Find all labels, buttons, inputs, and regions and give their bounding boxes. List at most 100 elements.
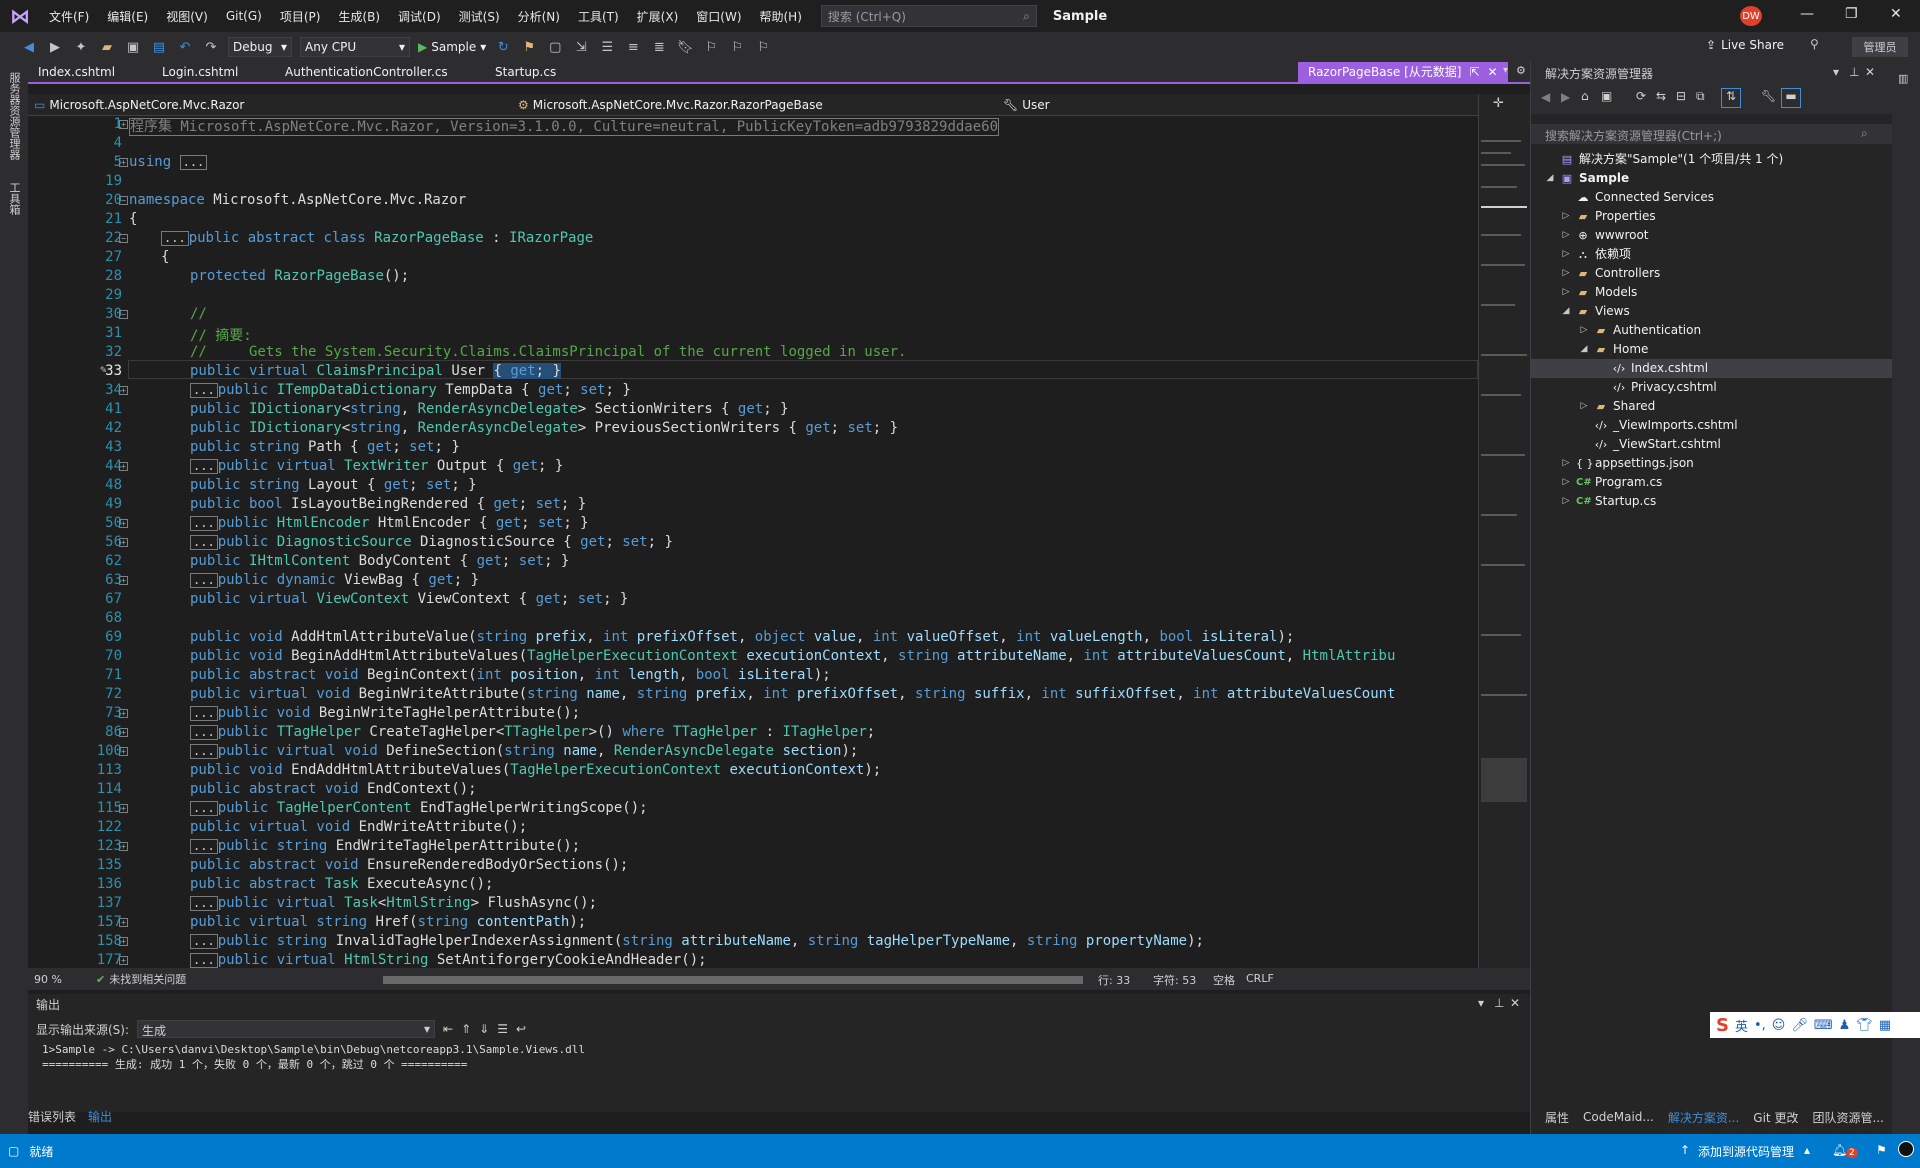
user-icon[interactable]: ♟: [1839, 1018, 1851, 1033]
ime-toolbar[interactable]: S 英 •, ☺ 🎤︎ ⌨ ♟ 👕︎ ▦: [1710, 1012, 1920, 1038]
server-explorer-tab[interactable]: 服务器资源管理器: [6, 72, 22, 160]
toolbox-tab[interactable]: 工具箱: [6, 182, 22, 215]
browser-link-icon[interactable]: ⚑: [520, 40, 538, 55]
diagnostic-tools-icon[interactable]: ▥: [1898, 72, 1908, 85]
clear-bookmarks-icon[interactable]: ⚐: [754, 40, 772, 55]
collapse-toggle[interactable]: +: [119, 804, 128, 813]
type-dropdown[interactable]: ⚙ Microsoft.AspNetCore.Mvc.Razor.RazorPa…: [518, 96, 998, 114]
visual-studio-logo-icon[interactable]: ⋈: [0, 0, 40, 32]
tree-solution[interactable]: ▤ 解决方案"Sample"(1 个项目/共 1 个): [1545, 150, 1783, 169]
tab-index-cshtml[interactable]: Index.cshtml: [28, 62, 125, 82]
split-editor-icon[interactable]: ✛: [1493, 96, 1504, 111]
ime-mode[interactable]: 英: [1735, 1016, 1748, 1035]
comment-icon[interactable]: ≡: [624, 40, 642, 55]
tree-index-cshtml[interactable]: ‹/› Index.cshtml: [1531, 359, 1893, 378]
tab-output[interactable]: 输出: [88, 1108, 112, 1125]
properties-icon[interactable]: 🔧︎: [1761, 89, 1776, 103]
avatar[interactable]: DW: [1740, 6, 1762, 26]
pending-changes-icon[interactable]: ⟳: [1636, 89, 1646, 103]
microphone-icon[interactable]: 🎤︎: [1791, 1018, 1808, 1033]
issues-status[interactable]: 未找到相关问题: [109, 971, 186, 987]
close-panel-icon[interactable]: ✕: [1865, 65, 1875, 79]
tab-codemaid[interactable]: CodeMaid...: [1583, 1110, 1654, 1124]
uncomment-icon[interactable]: ≣: [650, 40, 668, 55]
tree-startup-cs[interactable]: ▷ C# Startup.cs: [1561, 492, 1657, 511]
menu-extensions[interactable]: 扩展(X): [628, 8, 688, 25]
collapse-toggle[interactable]: −: [119, 310, 128, 319]
tab-overflow-icon[interactable]: ▾: [1503, 65, 1508, 76]
pin-icon[interactable]: ⊥: [1494, 996, 1504, 1010]
tab-authentication-controller[interactable]: AuthenticationController.cs: [275, 62, 458, 82]
tab-razorpagebase-preview[interactable]: RazorPageBase [从元数据] ⇱ ✕: [1298, 62, 1508, 82]
new-project-icon[interactable]: ✦: [72, 40, 90, 55]
restore-icon[interactable]: ❐: [1845, 6, 1858, 22]
refresh-icon[interactable]: ↻: [494, 40, 512, 55]
menu-tools[interactable]: 工具(T): [569, 8, 628, 25]
tab-error-list[interactable]: 错误列表: [28, 1108, 76, 1125]
horizontal-scrollbar[interactable]: [383, 976, 1083, 984]
punctuation-icon[interactable]: •,: [1754, 1018, 1766, 1033]
collapse-toggle[interactable]: +: [119, 956, 128, 965]
preview-selected-icon[interactable]: ⇅: [1721, 88, 1741, 108]
grid-icon[interactable]: ▦: [1879, 1018, 1891, 1033]
indent-mode[interactable]: 空格: [1213, 972, 1235, 988]
show-all-files-icon[interactable]: ⧉: [1696, 89, 1705, 104]
tree-controllers[interactable]: ▷ ▰ Controllers: [1561, 264, 1661, 283]
member-dropdown[interactable]: 🔧︎ User: [1003, 96, 1463, 114]
open-file-icon[interactable]: ▰: [98, 40, 116, 55]
skin-icon[interactable]: 👕︎: [1856, 1018, 1873, 1033]
tree-properties[interactable]: ▷ ▰ Properties: [1561, 207, 1656, 226]
assembly-dropdown[interactable]: ▭ Microsoft.AspNetCore.Mvc.Razor: [34, 96, 504, 114]
menu-build[interactable]: 生成(B): [329, 8, 389, 25]
collapse-toggle[interactable]: +: [119, 120, 128, 129]
search-input[interactable]: 搜索 (Ctrl+Q) ⌕: [820, 5, 1037, 27]
tree-models[interactable]: ▷ ▰ Models: [1561, 283, 1638, 302]
forward-icon[interactable]: ▶: [1561, 90, 1570, 104]
menu-edit[interactable]: 编辑(E): [98, 8, 157, 25]
account-icon[interactable]: [1898, 1141, 1914, 1157]
menu-file[interactable]: 文件(F): [40, 8, 98, 25]
menu-help[interactable]: 帮助(H): [751, 8, 811, 25]
configuration-select[interactable]: Debug ▾: [228, 37, 292, 57]
tree-appsettings[interactable]: ▷{ } appsettings.json: [1561, 454, 1694, 473]
minimize-icon[interactable]: —: [1800, 6, 1814, 22]
word-wrap-icon[interactable]: ↩: [516, 1022, 526, 1036]
tree-viewimports[interactable]: ‹/› _ViewImports.cshtml: [1579, 416, 1738, 435]
collapse-toggle[interactable]: −: [119, 234, 128, 243]
start-debugging-button[interactable]: ▶ Sample ▾: [418, 40, 486, 54]
menu-window[interactable]: 窗口(W): [687, 8, 750, 25]
collapse-toggle[interactable]: +: [119, 842, 128, 851]
find-message-icon[interactable]: ⇤: [443, 1022, 453, 1036]
tree-shared[interactable]: ▷ ▰ Shared: [1579, 397, 1656, 416]
solution-search-input[interactable]: 搜索解决方案资源管理器(Ctrl+;) ⌕: [1531, 124, 1893, 144]
save-all-icon[interactable]: ▤: [150, 40, 168, 55]
tree-views[interactable]: ◢ ▰ Views: [1561, 302, 1630, 321]
menu-test[interactable]: 测试(S): [450, 8, 509, 25]
menu-view[interactable]: 视图(V): [157, 8, 217, 25]
preview-icon[interactable]: ▬: [1781, 88, 1801, 108]
tree-project-sample[interactable]: ◢ ▣ Sample: [1545, 169, 1630, 188]
collapse-toggle[interactable]: +: [119, 728, 128, 737]
tab-solution-explorer[interactable]: 解决方案资...: [1668, 1109, 1739, 1126]
collapse-toggle[interactable]: +: [119, 462, 128, 471]
emoji-icon[interactable]: ☺: [1772, 1018, 1786, 1033]
collapse-all-icon[interactable]: ⊟: [1676, 89, 1686, 103]
step-into-icon[interactable]: ⇲: [572, 40, 590, 55]
collapse-toggle[interactable]: +: [119, 747, 128, 756]
close-tab-icon[interactable]: ✕: [1488, 62, 1498, 82]
tree-dependencies[interactable]: ▷ ⛬ 依赖项: [1561, 245, 1631, 264]
tab-startup-cs[interactable]: Startup.cs: [485, 62, 566, 82]
notification-bell-icon[interactable]: 🔔︎: [1832, 1143, 1847, 1157]
pin-icon[interactable]: ⊥: [1849, 65, 1859, 79]
collapse-toggle[interactable]: −: [119, 196, 128, 205]
feedback-icon[interactable]: ⚑: [1876, 1143, 1887, 1157]
menu-git[interactable]: Git(G): [217, 9, 271, 23]
next-message-icon[interactable]: ⇓: [479, 1022, 489, 1036]
feedback-icon[interactable]: ⚲: [1810, 37, 1819, 51]
menu-project[interactable]: 项目(P): [271, 8, 330, 25]
settings-icon[interactable]: ⚙: [1516, 64, 1526, 77]
menu-analyze[interactable]: 分析(N): [509, 8, 569, 25]
redo-icon[interactable]: ↷: [202, 40, 220, 55]
admin-button[interactable]: 管理员: [1852, 37, 1908, 57]
sync-icon[interactable]: ⇆: [1656, 89, 1666, 103]
